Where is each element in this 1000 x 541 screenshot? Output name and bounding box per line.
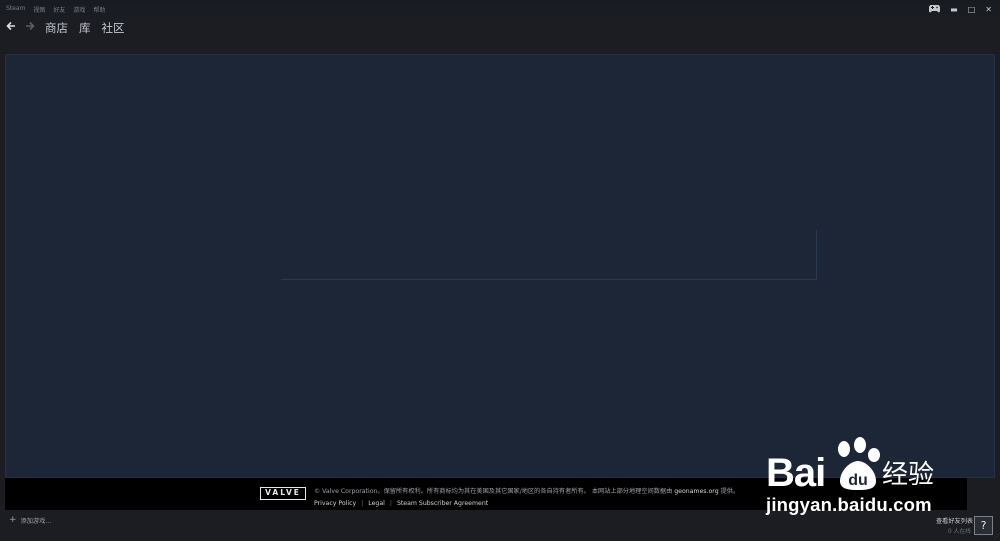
add-game-button[interactable]: + 添加游戏... xyxy=(9,515,51,525)
copyright-text: © Valve Corporation。保留所有权利。所有商标均为其在美国及其它… xyxy=(314,486,739,495)
online-count: 0 人在线 xyxy=(948,529,971,535)
copyright-main: © Valve Corporation。保留所有权利。所有商标均为其在美国及其它… xyxy=(314,488,673,495)
legal-link[interactable]: Legal xyxy=(368,500,385,507)
subscriber-agreement-link[interactable]: Steam Subscriber Agreement xyxy=(397,500,488,507)
copyright-provided: 提供。 xyxy=(720,488,740,495)
menu-item-games[interactable]: 游戏 xyxy=(73,5,85,14)
window-controls: ▬ □ ✕ xyxy=(929,4,992,16)
tab-store[interactable]: 商店 xyxy=(45,20,68,36)
gamepad-icon[interactable] xyxy=(929,4,941,16)
paw-icon: du xyxy=(838,437,880,490)
main-content xyxy=(5,54,995,478)
watermark-suffix: 经验 xyxy=(882,460,935,490)
menu-bar: Steam 视图 好友 游戏 帮助 ▬ □ ✕ xyxy=(0,0,1000,18)
menu-item-friends[interactable]: 好友 xyxy=(53,5,65,14)
resize-grip-icon[interactable]: ⋰ xyxy=(994,534,999,540)
close-button[interactable]: ✕ xyxy=(985,5,992,15)
menu-item-steam[interactable]: Steam xyxy=(6,5,25,14)
maximize-button[interactable]: □ xyxy=(968,5,976,15)
link-separator: | xyxy=(361,500,364,507)
arrow-right-icon[interactable] xyxy=(25,21,35,35)
baidu-watermark: du Bai 经验 jingyan.baidu.com xyxy=(762,437,952,521)
menu-item-view[interactable]: 视图 xyxy=(33,5,45,14)
valve-logo[interactable]: VALVE xyxy=(260,487,306,500)
add-game-label: 添加游戏... xyxy=(20,517,52,525)
watermark-brand: Bai xyxy=(766,451,826,495)
plus-icon: + xyxy=(9,515,17,525)
help-button[interactable]: ? xyxy=(974,516,993,535)
arrow-left-icon[interactable] xyxy=(6,21,16,35)
minimize-button[interactable]: ▬ xyxy=(950,5,958,15)
geonames-link[interactable]: geonames.org xyxy=(674,488,718,495)
link-separator: | xyxy=(389,500,392,507)
watermark-url: jingyan.baidu.com xyxy=(766,494,932,515)
tab-community[interactable]: 社区 xyxy=(102,20,125,36)
tab-library[interactable]: 库 xyxy=(79,20,91,36)
menu-item-help[interactable]: 帮助 xyxy=(93,5,105,14)
navigation-bar: 商店 库 社区 xyxy=(6,20,136,36)
svg-text:du: du xyxy=(848,472,868,489)
main-menu: Steam 视图 好友 游戏 帮助 xyxy=(6,5,105,14)
privacy-policy-link[interactable]: Privacy Policy xyxy=(314,500,356,507)
loading-placeholder xyxy=(281,230,817,280)
footer-links: Privacy Policy | Legal | Steam Subscribe… xyxy=(314,500,488,507)
